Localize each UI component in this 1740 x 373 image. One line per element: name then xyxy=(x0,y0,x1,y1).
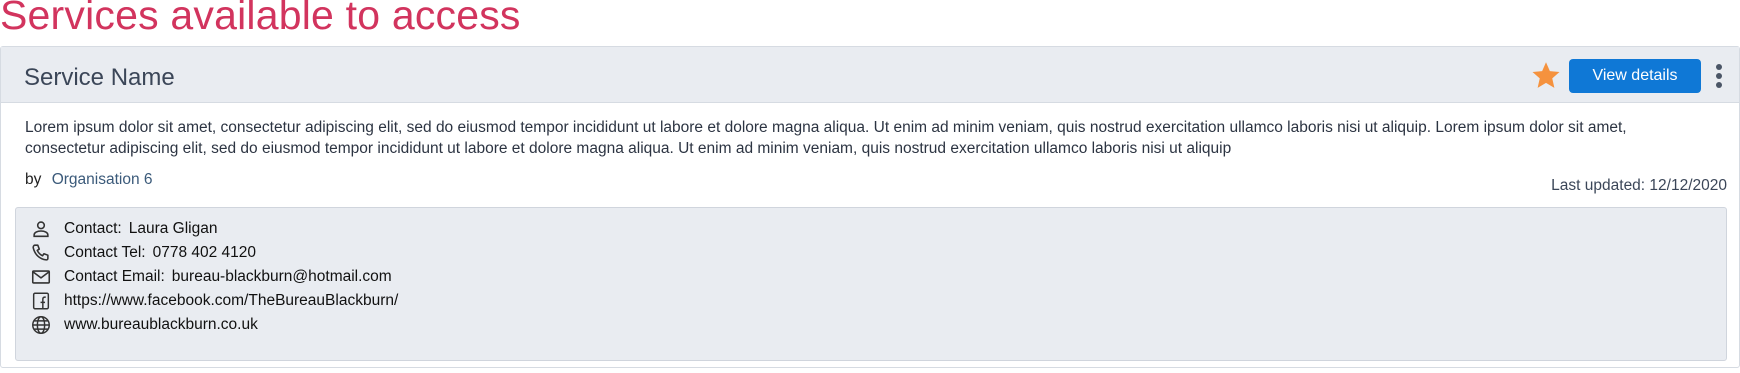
tel-label: Contact Tel: xyxy=(64,244,146,261)
person-icon xyxy=(33,221,49,238)
contact-facebook-row: https://www.facebook.com/TheBureauBlackb… xyxy=(30,289,398,313)
mail-icon xyxy=(31,270,51,284)
service-name: Service Name xyxy=(24,64,175,91)
facebook-icon xyxy=(32,292,50,310)
contact-name: Laura Gligan xyxy=(128,220,218,237)
contact-person-row: Contact: Laura Gligan xyxy=(30,217,218,241)
contact-panel: Contact: Laura Gligan Contact Tel: 0778 … xyxy=(15,207,1727,361)
organisation-line: by Organisation 6 xyxy=(25,171,153,189)
service-description: Lorem ipsum dolor sit amet, consectetur … xyxy=(25,119,1627,157)
by-label: by xyxy=(25,171,42,188)
globe-icon xyxy=(32,316,50,334)
contact-email-row: Contact Email: bureau-blackburn@hotmail.… xyxy=(30,265,392,289)
organisation-link[interactable]: Organisation 6 xyxy=(52,171,153,188)
contact-tel-row: Contact Tel: 0778 402 4120 xyxy=(30,241,256,265)
service-card: Service Name View details Lorem ipsum do… xyxy=(0,46,1740,368)
page-title: Services available to access xyxy=(0,0,521,38)
phone-icon xyxy=(32,244,49,261)
service-card-header: Service Name View details xyxy=(1,47,1739,103)
email-link[interactable]: bureau-blackburn@hotmail.com xyxy=(172,268,392,286)
facebook-link[interactable]: https://www.facebook.com/TheBureauBlackb… xyxy=(64,292,398,310)
website-link[interactable]: www.bureaublackburn.co.uk xyxy=(64,316,258,334)
contact-website-row: www.bureaublackburn.co.uk xyxy=(30,313,258,337)
contact-label: Contact: xyxy=(64,220,122,237)
view-details-button[interactable]: View details xyxy=(1569,59,1701,93)
last-updated: Last updated: 12/12/2020 xyxy=(1551,177,1727,194)
tel-value: 0778 402 4120 xyxy=(152,244,257,261)
email-label: Contact Email: xyxy=(64,268,165,285)
star-icon[interactable] xyxy=(1531,60,1561,90)
more-vertical-icon[interactable] xyxy=(1711,63,1727,91)
